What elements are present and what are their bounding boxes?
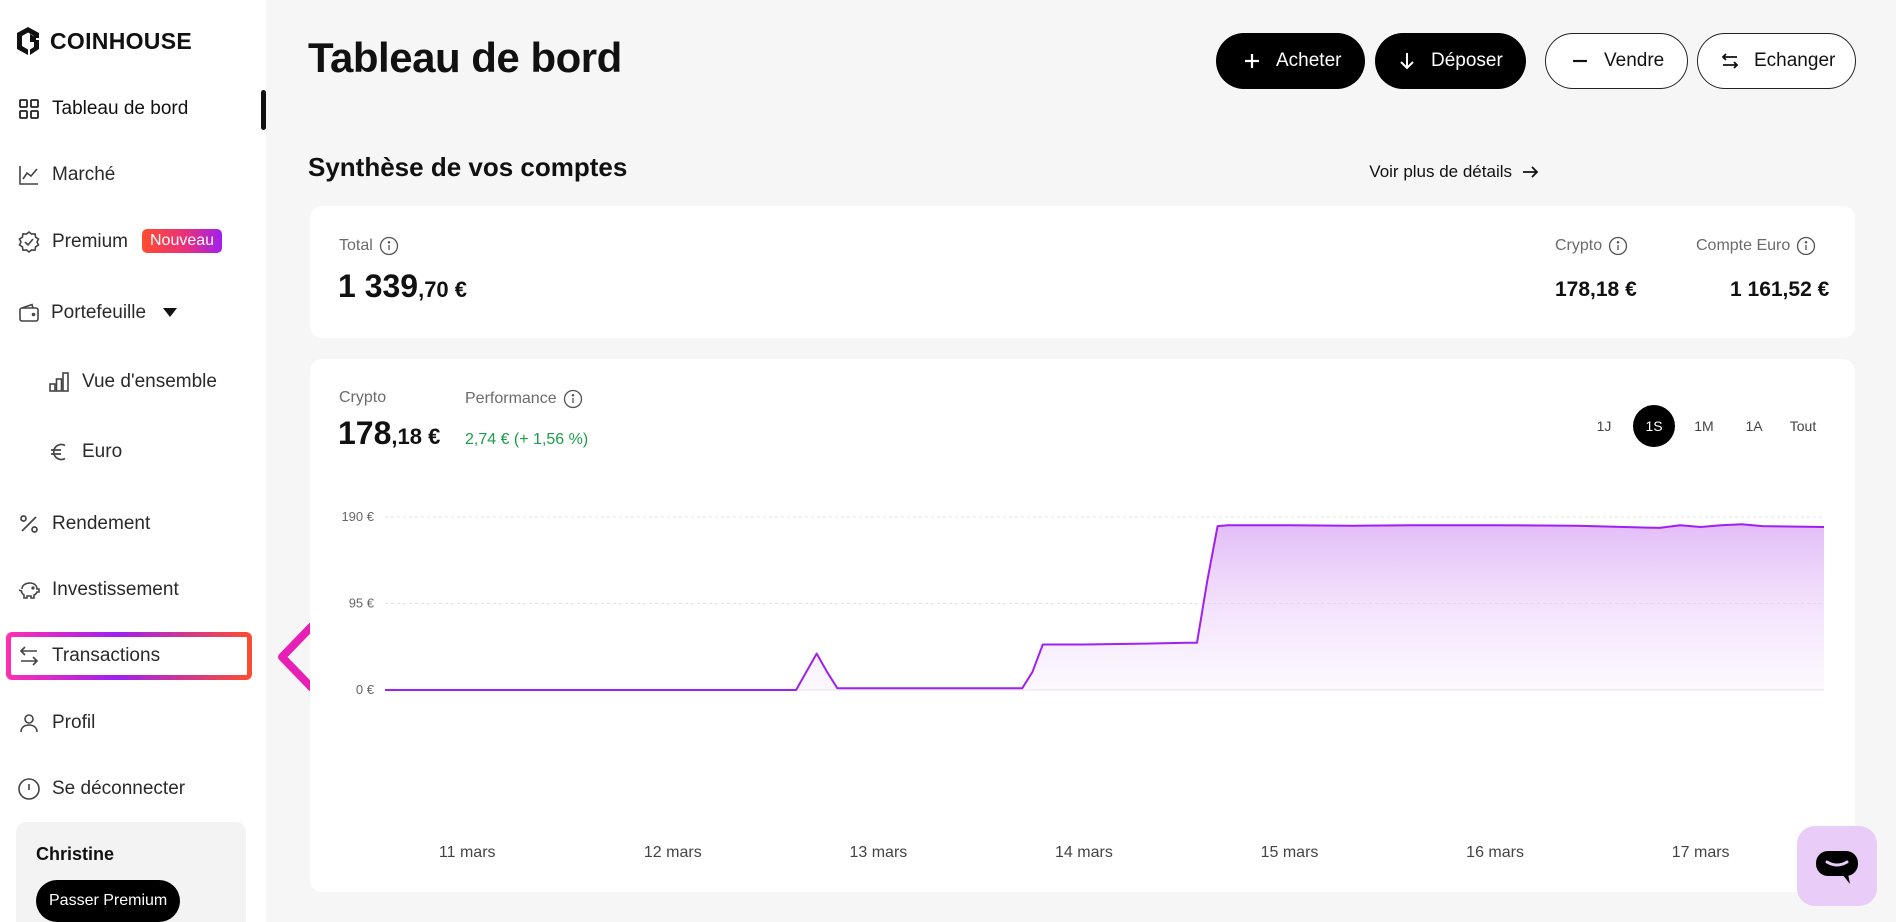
total-label-group: Total: [339, 236, 399, 256]
transfer-icon: [17, 644, 41, 668]
arrow-down-icon: [1400, 53, 1414, 70]
total-amount-integer: 1 339: [338, 268, 419, 304]
sidebar-item-dashboard[interactable]: Tableau de bord: [0, 87, 266, 131]
y-tick-label: 0 €: [356, 682, 375, 697]
crypto-label-group: Crypto: [1555, 236, 1628, 256]
minus-icon: [1573, 59, 1587, 63]
sidebar-item-overview[interactable]: Vue d'ensemble: [0, 360, 266, 404]
sidebar-item-label: Marché: [52, 164, 116, 185]
sidebar-item-label: Investissement: [52, 579, 179, 600]
total-label: Total: [339, 237, 373, 254]
chat-bubble-icon: [1816, 851, 1858, 884]
price-chart[interactable]: 0 € 95 € 190 € 11 mars 12 mars 13 mars 14 mars…: [310, 359, 1855, 892]
info-icon[interactable]: [1608, 236, 1628, 256]
x-tick-label: 17 mars: [1672, 844, 1730, 861]
grid-icon: [17, 97, 41, 121]
sell-button-label: Vendre: [1604, 50, 1665, 71]
total-amount: 1 339,70 €: [338, 268, 467, 305]
sidebar-item-label: Portefeuille: [51, 302, 147, 323]
transfer-icon: [1721, 53, 1739, 69]
arrow-right-icon: [1523, 166, 1539, 178]
sidebar-item-wallet[interactable]: Portefeuille: [0, 291, 266, 335]
details-link-label: Voir plus de détails: [1369, 162, 1512, 181]
crypto-label: Crypto: [1555, 237, 1603, 254]
euro-account-label: Compte Euro: [1696, 237, 1791, 254]
sidebar-item-euro[interactable]: Euro: [0, 430, 266, 474]
sidebar-item-label: Tableau de bord: [52, 98, 189, 119]
euro-account-amount: 1 161,52 €: [1730, 278, 1830, 301]
total-amount-decimal: ,70 €: [418, 277, 468, 302]
user-name: Christine: [36, 844, 115, 864]
series-area: [385, 524, 1824, 690]
bar-chart-icon: [47, 370, 71, 394]
accounts-summary-card: Total 1 339,70 € Crypto 178,18 € Compte …: [310, 206, 1855, 338]
piggy-bank-icon: [17, 578, 41, 602]
sidebar-item-transactions[interactable]: Transactions: [0, 634, 266, 678]
page-title: Tableau de bord: [308, 34, 622, 81]
crypto-amount: 178,18 €: [1555, 278, 1637, 301]
exchange-button[interactable]: Echanger: [1697, 33, 1856, 89]
sidebar-item-investment[interactable]: Investissement: [0, 568, 266, 612]
badge-check-icon: [17, 230, 41, 254]
wallet-icon: [17, 301, 41, 325]
upgrade-premium-button[interactable]: Passer Premium: [36, 880, 181, 922]
euro-account-label-group: Compte Euro: [1696, 236, 1816, 256]
power-icon: [17, 777, 41, 801]
caret-down-icon[interactable]: [163, 308, 177, 317]
coinhouse-logo-icon: [17, 27, 39, 55]
x-tick-label: 14 mars: [1055, 844, 1113, 861]
buy-button[interactable]: Acheter: [1216, 33, 1365, 89]
x-tick-label: 15 mars: [1261, 844, 1319, 861]
user-icon: [17, 711, 41, 735]
sidebar-item-label: Premium: [52, 231, 129, 252]
y-tick-label: 190 €: [341, 509, 374, 524]
chart-line-icon: [17, 163, 41, 187]
brand-name: COINHOUSE: [50, 27, 192, 54]
sidebar: COINHOUSE Tableau de bord Marché Premium…: [0, 0, 266, 922]
x-tick-label: 11 mars: [439, 844, 496, 861]
brand-logo[interactable]: COINHOUSE: [15, 26, 192, 56]
deposit-button[interactable]: Déposer: [1375, 33, 1526, 89]
sidebar-item-logout[interactable]: Se déconnecter: [0, 767, 266, 811]
sidebar-item-label: Euro: [82, 441, 123, 462]
y-tick-label: 95 €: [349, 596, 375, 611]
new-badge: Nouveau: [142, 229, 223, 253]
sidebar-item-label: Profil: [52, 712, 96, 733]
exchange-button-label: Echanger: [1754, 50, 1836, 71]
sidebar-item-profile[interactable]: Profil: [0, 701, 266, 745]
sidebar-item-premium[interactable]: Premium Nouveau: [0, 220, 266, 264]
details-link[interactable]: Voir plus de détails: [1369, 162, 1540, 182]
sidebar-item-label: Vue d'ensemble: [82, 371, 217, 392]
sidebar-item-market[interactable]: Marché: [0, 153, 266, 197]
sidebar-item-yield[interactable]: Rendement: [0, 502, 266, 546]
plus-icon: [1245, 54, 1259, 68]
crypto-chart-card: Crypto 178,18 € Performance 2,74 € (+ 1,…: [310, 359, 1855, 892]
deposit-button-label: Déposer: [1431, 50, 1503, 71]
percent-icon: [17, 512, 41, 536]
buy-button-label: Acheter: [1276, 50, 1342, 71]
info-icon[interactable]: [1796, 236, 1816, 256]
euro-icon: [47, 440, 71, 464]
x-tick-label: 12 mars: [644, 844, 702, 861]
sidebar-item-label: Se déconnecter: [52, 778, 186, 799]
user-card: Christine Passer Premium: [16, 822, 246, 922]
sidebar-item-label: Transactions: [52, 645, 161, 666]
info-icon[interactable]: [379, 236, 399, 256]
sell-button[interactable]: Vendre: [1545, 33, 1688, 89]
sidebar-item-label: Rendement: [52, 513, 151, 534]
chat-support-button[interactable]: [1797, 826, 1877, 906]
x-tick-label: 16 mars: [1466, 844, 1524, 861]
x-tick-label: 13 mars: [849, 844, 907, 861]
section-title: Synthèse de vos comptes: [308, 152, 628, 182]
